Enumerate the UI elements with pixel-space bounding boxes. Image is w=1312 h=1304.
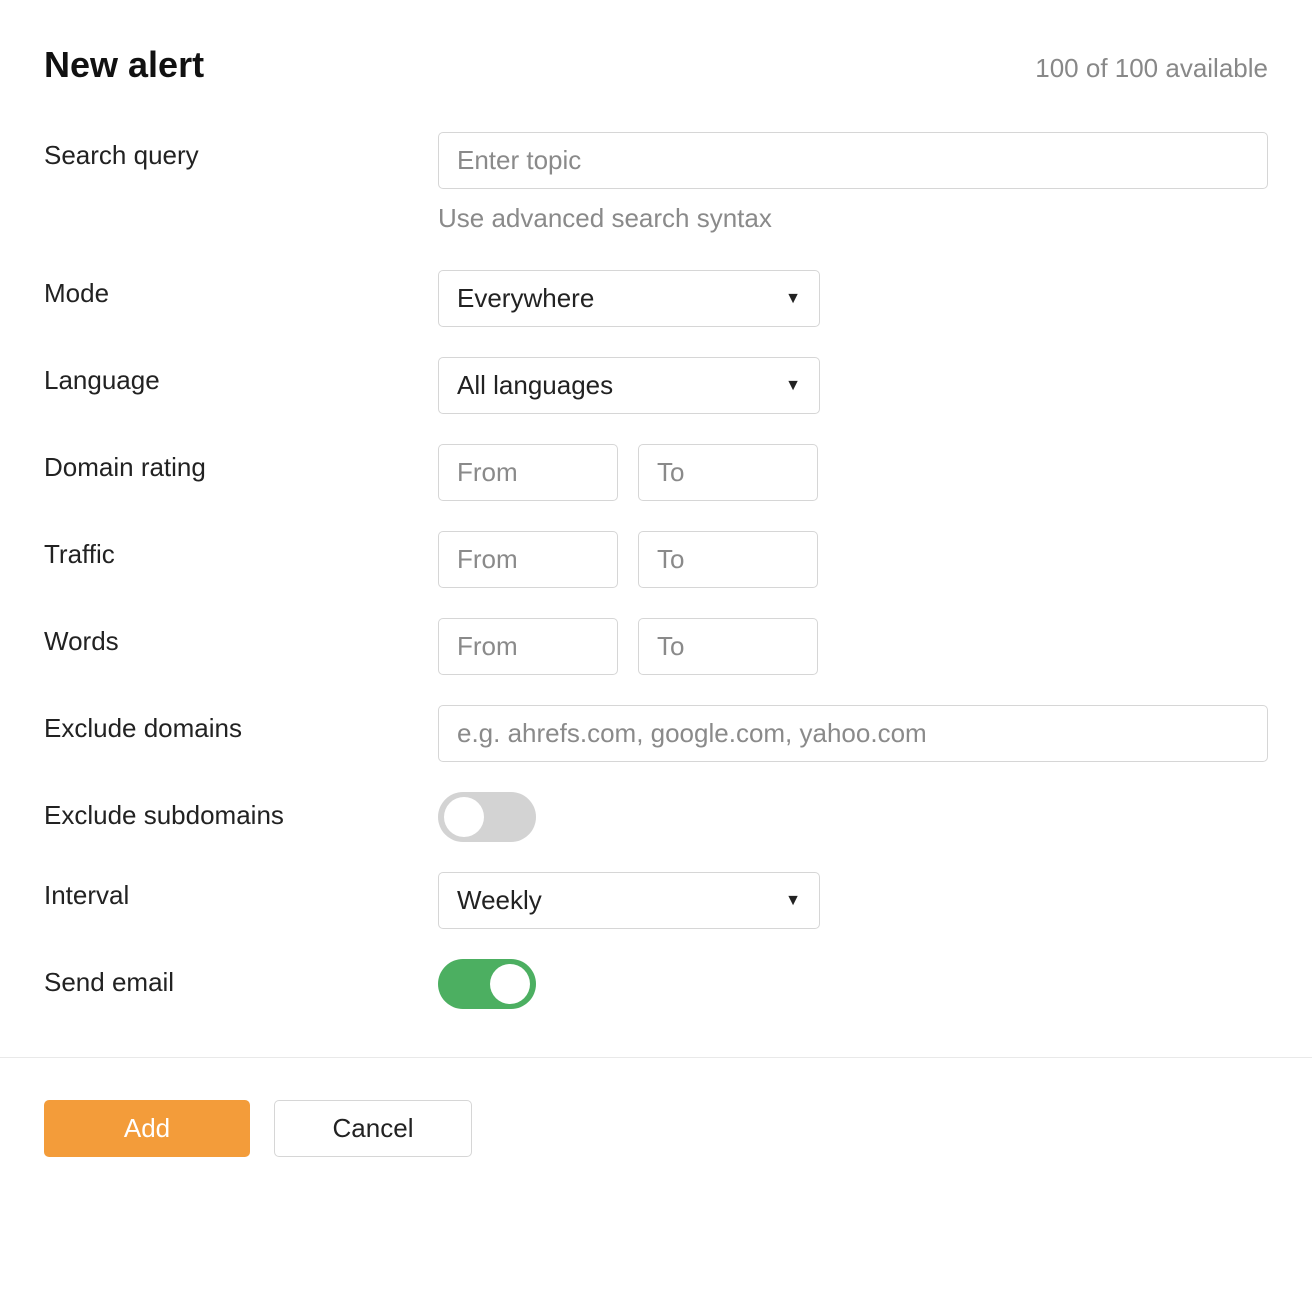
words-to-input[interactable] xyxy=(638,618,818,675)
exclude-domains-input[interactable] xyxy=(438,705,1268,762)
interval-label: Interval xyxy=(44,872,438,911)
exclude-domains-label: Exclude domains xyxy=(44,705,438,744)
exclude-subdomains-label: Exclude subdomains xyxy=(44,792,438,831)
cancel-button[interactable]: Cancel xyxy=(274,1100,472,1157)
toggle-knob xyxy=(490,964,530,1004)
chevron-down-icon: ▼ xyxy=(785,290,801,308)
exclude-subdomains-toggle[interactable] xyxy=(438,792,536,842)
language-select[interactable]: All languages ▼ xyxy=(438,357,820,414)
mode-select-value: Everywhere xyxy=(457,283,594,314)
chevron-down-icon: ▼ xyxy=(785,892,801,910)
mode-label: Mode xyxy=(44,270,438,309)
domain-rating-from-input[interactable] xyxy=(438,444,618,501)
chevron-down-icon: ▼ xyxy=(785,377,801,395)
domain-rating-label: Domain rating xyxy=(44,444,438,483)
toggle-knob xyxy=(444,797,484,837)
words-from-input[interactable] xyxy=(438,618,618,675)
mode-select[interactable]: Everywhere ▼ xyxy=(438,270,820,327)
send-email-label: Send email xyxy=(44,959,438,998)
language-label: Language xyxy=(44,357,438,396)
traffic-label: Traffic xyxy=(44,531,438,570)
domain-rating-to-input[interactable] xyxy=(638,444,818,501)
search-query-input[interactable] xyxy=(438,132,1268,189)
interval-select-value: Weekly xyxy=(457,885,542,916)
availability-text: 100 of 100 available xyxy=(1035,53,1268,84)
alert-form: Search query Use advanced search syntax … xyxy=(44,132,1268,1057)
page-title: New alert xyxy=(44,44,204,86)
traffic-to-input[interactable] xyxy=(638,531,818,588)
send-email-toggle[interactable] xyxy=(438,959,536,1009)
search-query-hint: Use advanced search syntax xyxy=(438,203,1268,234)
words-label: Words xyxy=(44,618,438,657)
add-button[interactable]: Add xyxy=(44,1100,250,1157)
search-query-label: Search query xyxy=(44,132,438,171)
traffic-from-input[interactable] xyxy=(438,531,618,588)
dialog-footer: Add Cancel xyxy=(0,1057,1312,1201)
interval-select[interactable]: Weekly ▼ xyxy=(438,872,820,929)
language-select-value: All languages xyxy=(457,370,613,401)
